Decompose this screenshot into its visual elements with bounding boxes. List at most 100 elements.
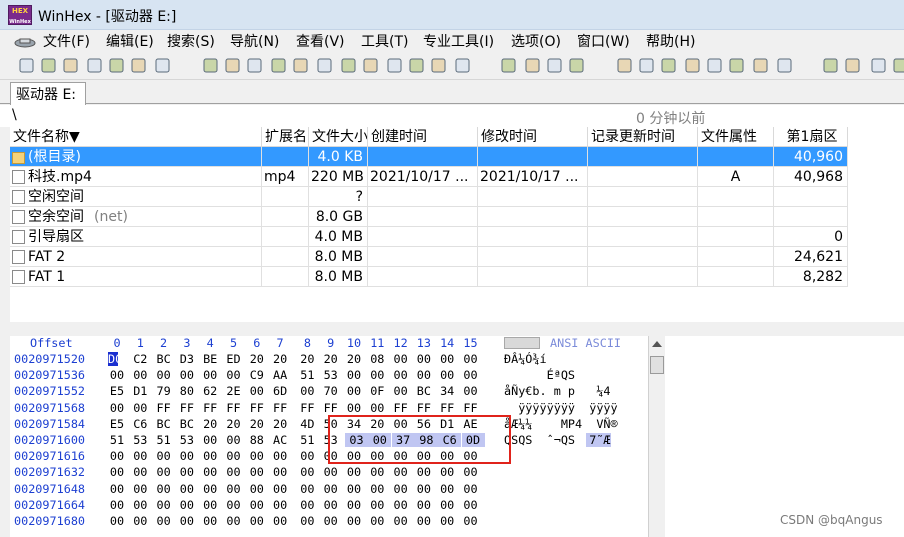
col-created[interactable]: 创建时间 (368, 127, 478, 147)
hex-byte[interactable]: 00 (178, 449, 196, 463)
hex-byte[interactable]: 00 (131, 498, 149, 512)
hex-byte[interactable]: 00 (271, 498, 289, 512)
properties-icon[interactable] (108, 57, 127, 76)
back-icon[interactable] (546, 57, 565, 76)
file-row[interactable]: 空余空间 (net) 8.0 GB (10, 207, 848, 227)
hex-byte[interactable]: 53 (178, 433, 196, 447)
hex-byte[interactable]: FF (392, 401, 410, 415)
hex-byte[interactable]: 00 (178, 465, 196, 479)
hex-byte[interactable]: FF (155, 401, 173, 415)
hex-byte[interactable]: 00 (368, 514, 386, 528)
col-first-sector[interactable]: 第1扇区 (774, 127, 848, 147)
hex-byte[interactable]: BC (155, 417, 173, 431)
hex-byte[interactable]: C6 (131, 417, 149, 431)
hex-byte[interactable]: 00 (345, 514, 363, 528)
hex-editor[interactable]: Offset 0 1 2 3 4 5 6 7 8 9 10 11 12 13 14 15 ANSI ASCII… (10, 336, 904, 537)
col-record-updated[interactable]: 记录更新时间 (588, 127, 698, 147)
hex-byte[interactable]: FF (415, 401, 433, 415)
hex-byte[interactable]: 00 (225, 482, 243, 496)
col-ext[interactable]: 扩展名 (262, 127, 309, 147)
col-attributes[interactable]: 文件属性 (698, 127, 774, 147)
hex-byte[interactable]: 00 (248, 482, 266, 496)
hex-byte[interactable]: D0 (108, 352, 122, 366)
file-row[interactable]: FAT 1 8.0 MB 8,282 (10, 267, 848, 287)
forward-icon[interactable] (568, 57, 587, 76)
hex-byte[interactable]: ED (225, 352, 243, 366)
hex-byte[interactable]: 00 (108, 498, 126, 512)
hex-byte[interactable]: FF (201, 401, 219, 415)
hex-byte[interactable]: 00 (392, 368, 410, 382)
hex-byte[interactable]: 20 (201, 417, 219, 431)
hex-byte[interactable]: 00 (248, 449, 266, 463)
hex-byte[interactable]: 51 (298, 368, 316, 382)
hex-byte[interactable]: 00 (462, 465, 480, 479)
star-icon[interactable] (776, 57, 795, 76)
hex-byte[interactable]: 62 (201, 384, 219, 398)
hex-scrollbar[interactable] (648, 336, 665, 537)
hex-byte[interactable]: 00 (368, 465, 386, 479)
find-icon[interactable] (362, 57, 381, 76)
hex-byte[interactable]: FF (462, 401, 480, 415)
hex-byte[interactable]: 00 (415, 352, 433, 366)
hex-byte[interactable]: 00 (392, 352, 410, 366)
hex-byte[interactable]: 00 (225, 449, 243, 463)
hex-byte[interactable]: 20 (225, 417, 243, 431)
hex-byte[interactable]: 00 (201, 465, 219, 479)
hex-byte[interactable]: BC (415, 384, 433, 398)
menu-search[interactable]: 搜索(S) (167, 33, 215, 51)
hex-byte[interactable]: 00 (415, 482, 433, 496)
hex-byte[interactable]: 53 (131, 433, 149, 447)
file-row[interactable]: 空闲空间? (10, 187, 848, 207)
hex-byte[interactable]: 20 (248, 417, 266, 431)
hex-byte[interactable]: BE (201, 352, 219, 366)
hex-byte[interactable]: 00 (322, 498, 340, 512)
menu-navigate[interactable]: 导航(N) (230, 33, 279, 51)
hex-byte[interactable]: FF (248, 401, 266, 415)
goto-icon[interactable] (500, 57, 519, 76)
hex-byte[interactable]: 00 (225, 433, 243, 447)
scroll-up-icon[interactable] (652, 341, 662, 347)
hex-byte[interactable]: 00 (462, 352, 480, 366)
hex-byte[interactable]: 00 (322, 514, 340, 528)
hex-byte[interactable]: BC (155, 352, 173, 366)
hex-byte[interactable]: 00 (438, 514, 456, 528)
hex-byte[interactable]: 00 (415, 465, 433, 479)
gallery-icon[interactable] (822, 57, 841, 76)
table-icon[interactable] (844, 57, 863, 76)
hex-byte[interactable]: FF (178, 401, 196, 415)
hex-byte[interactable]: 88 (248, 433, 266, 447)
prev-icon[interactable] (870, 57, 889, 76)
ram-icon[interactable] (660, 57, 679, 76)
find-again-icon[interactable] (386, 57, 405, 76)
ascii-text[interactable]: åÆ¼¼ MP4 VÑ® (504, 417, 618, 431)
hex-byte[interactable]: 00 (415, 368, 433, 382)
hex-byte[interactable]: 00 (131, 368, 149, 382)
hex-byte[interactable]: 00 (368, 498, 386, 512)
ascii-text[interactable]: ÐÂ¼Ó¾í (504, 352, 547, 366)
menu-file[interactable]: 文件(F) (43, 33, 90, 51)
hex-byte[interactable]: 00 (345, 368, 363, 382)
cut-icon[interactable] (246, 57, 265, 76)
scroll-thumb[interactable] (650, 356, 664, 374)
hex-byte[interactable]: 00 (201, 498, 219, 512)
clipboard-icon[interactable] (316, 57, 335, 76)
goto-offset-icon[interactable] (524, 57, 543, 76)
hex-byte[interactable]: 53 (322, 368, 340, 382)
hex-byte[interactable]: E5 (108, 384, 126, 398)
hex-byte[interactable]: 4D (298, 417, 316, 431)
hex-byte[interactable]: 00 (368, 482, 386, 496)
hex-byte[interactable]: 00 (201, 433, 219, 447)
hex-byte[interactable]: 0F (368, 384, 386, 398)
hex-byte[interactable]: 6D (271, 384, 289, 398)
menu-window[interactable]: 窗口(W) (577, 33, 630, 51)
hex-byte[interactable]: 00 (345, 482, 363, 496)
hex-byte[interactable]: 00 (368, 401, 386, 415)
hex-byte[interactable]: 00 (131, 465, 149, 479)
hex-byte[interactable]: 00 (438, 498, 456, 512)
open-disk-icon[interactable] (616, 57, 635, 76)
hex-byte[interactable]: 00 (155, 449, 173, 463)
hex-byte[interactable]: 00 (392, 384, 410, 398)
ascii-text[interactable]: åÑy€b. m p ¼4 (504, 384, 611, 398)
hex-byte[interactable]: BC (178, 417, 196, 431)
hex-byte[interactable]: D1 (131, 384, 149, 398)
